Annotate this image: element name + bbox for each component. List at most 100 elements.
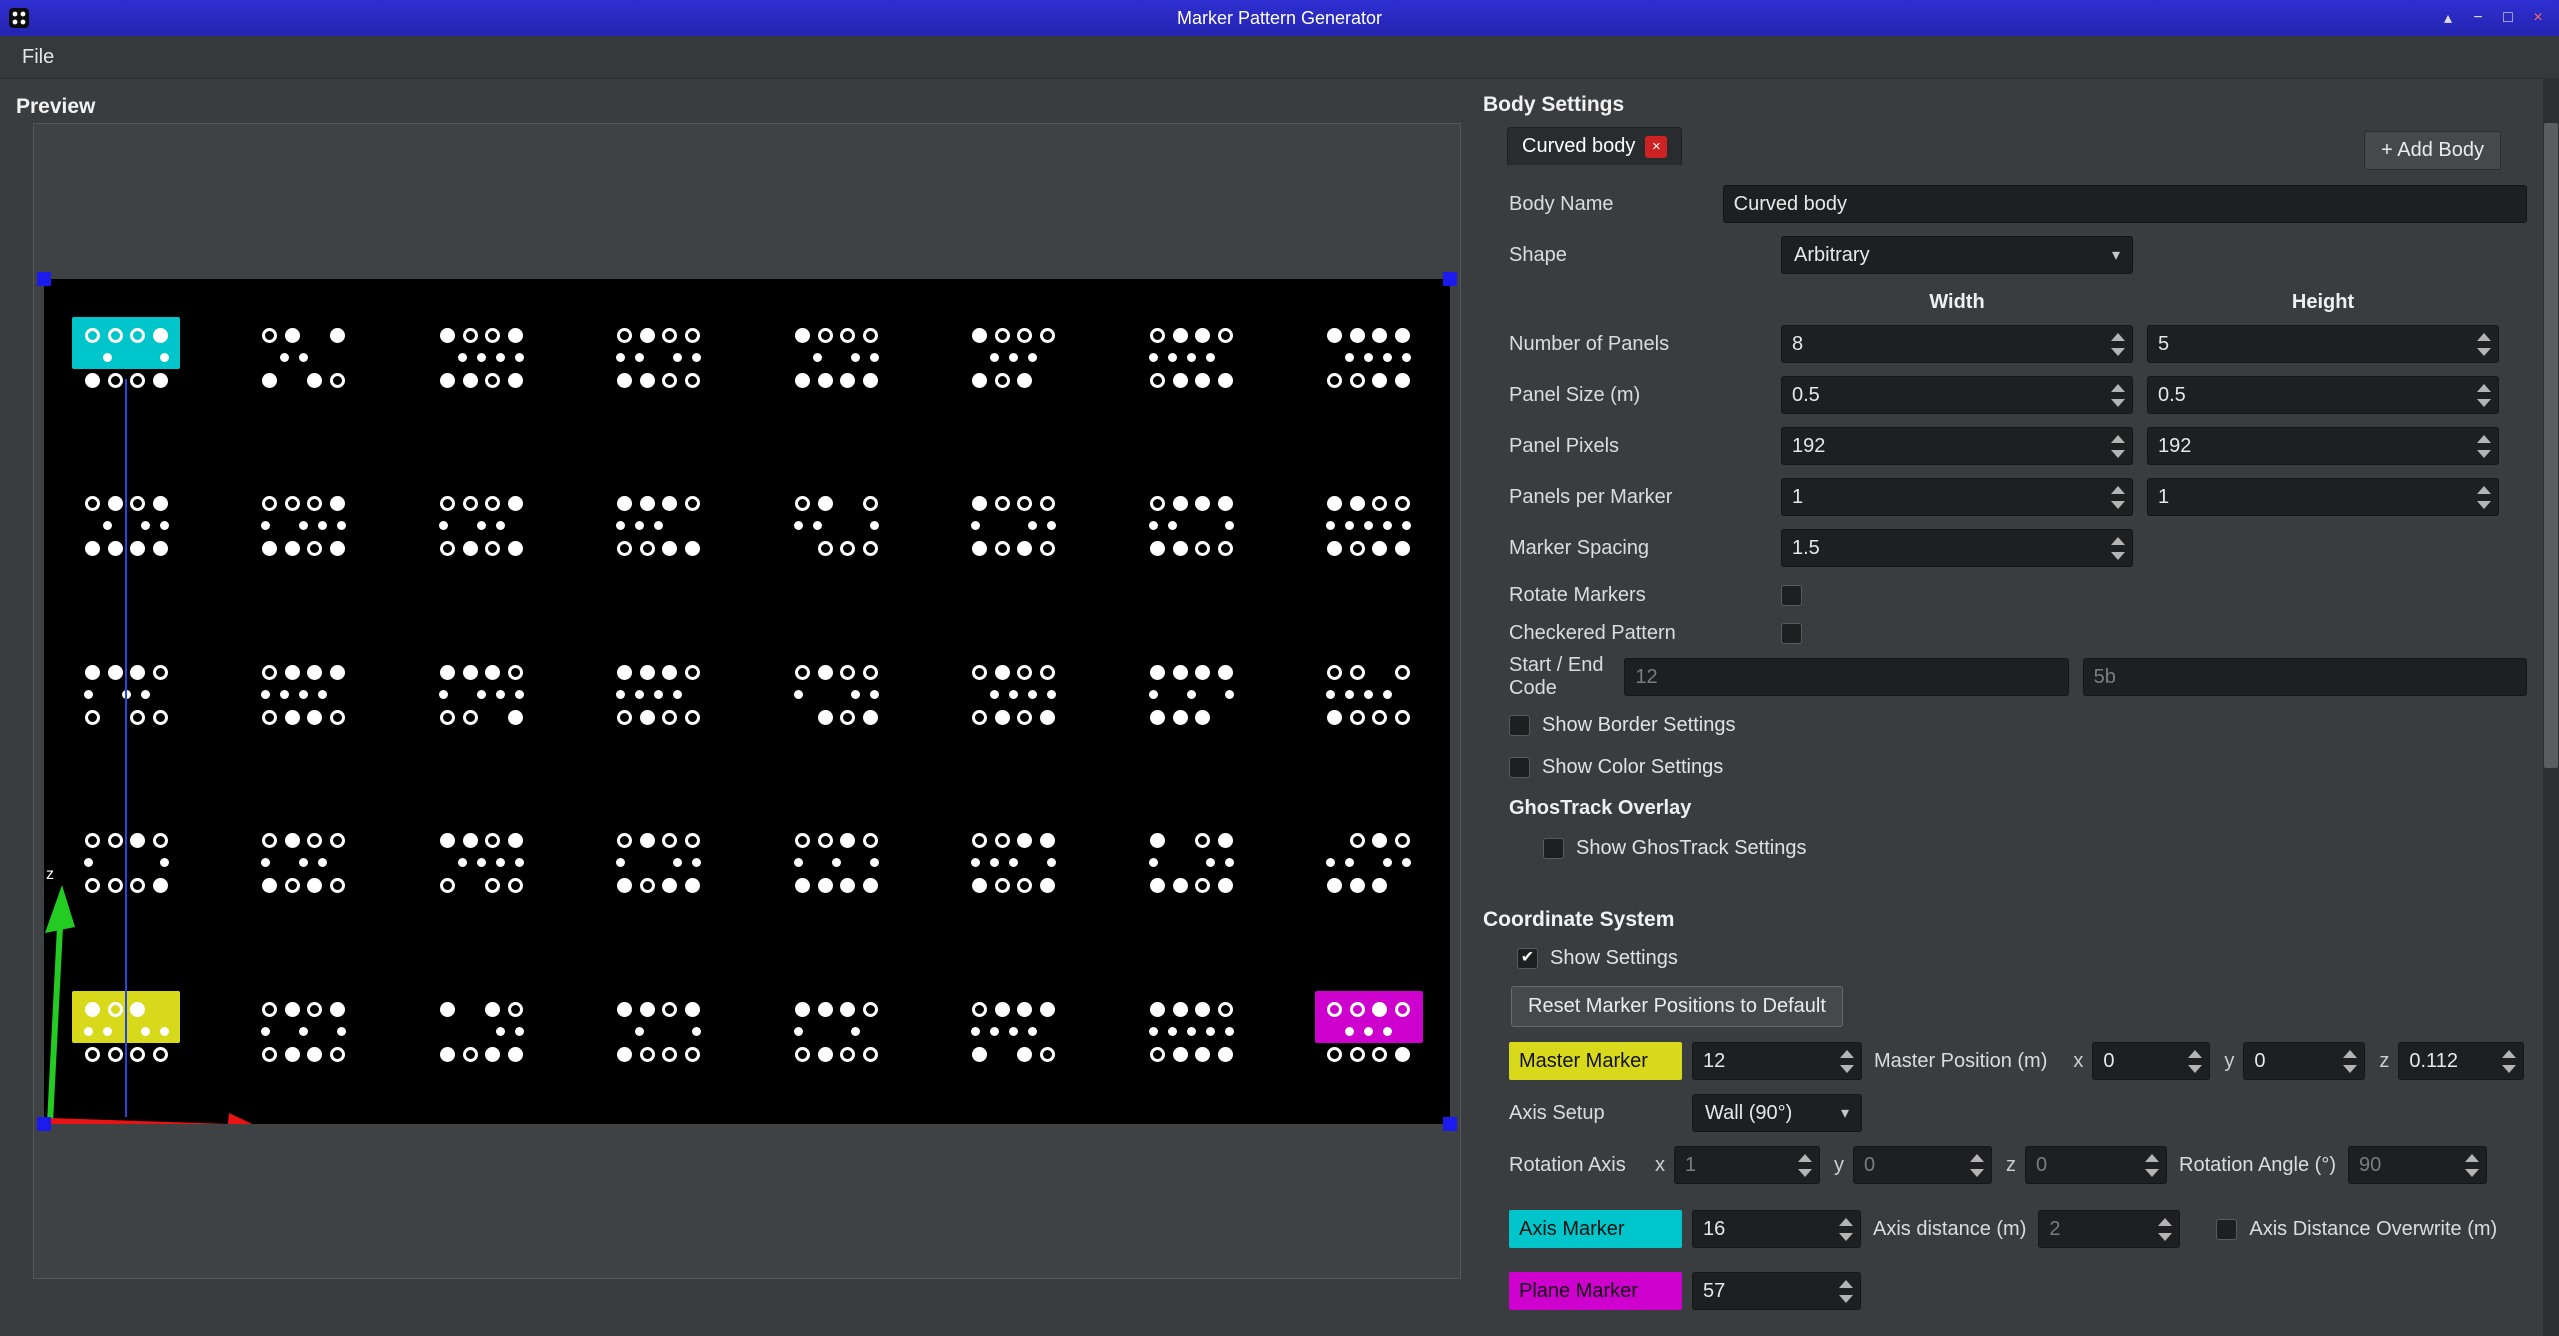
marker-r1-c7[interactable] [1322, 491, 1416, 561]
panel-pixels-height-spinner[interactable] [2147, 427, 2499, 465]
marker-r3-c6[interactable] [1144, 828, 1238, 898]
rotation-axis-y-spinner[interactable] [1853, 1146, 1992, 1184]
spinner-arrows[interactable] [1791, 1147, 1819, 1183]
marker-r4-c4[interactable] [789, 996, 883, 1066]
canvas-handle-bottom-right[interactable] [1443, 1117, 1457, 1131]
number-of-panels-height-input[interactable] [2147, 325, 2499, 363]
canvas-handle-bottom-left[interactable] [37, 1117, 51, 1131]
start-code-input[interactable] [1624, 658, 2068, 696]
show-color-settings-checkbox[interactable] [1509, 757, 1530, 778]
panel-size-width-spinner[interactable] [1781, 376, 2133, 414]
spinner-arrows[interactable] [2104, 326, 2132, 362]
spin-down-icon[interactable] [1839, 1233, 1853, 1241]
spin-down-icon[interactable] [2111, 501, 2125, 509]
panel-pixels-width-input[interactable] [1781, 427, 2133, 465]
spin-down-icon[interactable] [2343, 1065, 2357, 1073]
panels-per-marker-height-spinner[interactable] [2147, 478, 2499, 516]
spin-up-icon[interactable] [2111, 333, 2125, 341]
marker-r1-c1[interactable] [257, 491, 351, 561]
spin-up-icon[interactable] [1840, 1050, 1854, 1058]
panels-per-marker-width-input[interactable] [1781, 478, 2133, 516]
spin-down-icon[interactable] [1839, 1295, 1853, 1303]
spin-up-icon[interactable] [1839, 1218, 1853, 1226]
marker-r1-c6[interactable] [1144, 491, 1238, 561]
reset-marker-positions-button[interactable]: Reset Marker Positions to Default [1511, 986, 1843, 1027]
spin-down-icon[interactable] [1840, 1065, 1854, 1073]
spin-up-icon[interactable] [1798, 1154, 1812, 1162]
spin-down-icon[interactable] [2502, 1065, 2516, 1073]
marker-r3-c0[interactable] [79, 828, 173, 898]
spinner-arrows[interactable] [2104, 530, 2132, 566]
panel-size-height-input[interactable] [2147, 376, 2499, 414]
spin-up-icon[interactable] [2111, 384, 2125, 392]
spinner-arrows[interactable] [2458, 1147, 2486, 1183]
spin-down-icon[interactable] [2477, 450, 2491, 458]
spin-up-icon[interactable] [2111, 435, 2125, 443]
marker-r0-c3[interactable] [612, 322, 706, 392]
spin-down-icon[interactable] [2145, 1169, 2159, 1177]
spin-up-icon[interactable] [1839, 1280, 1853, 1288]
marker-r3-c2[interactable] [434, 828, 528, 898]
spinner-arrows[interactable] [1832, 1211, 1860, 1247]
panel-pixels-height-input[interactable] [2147, 427, 2499, 465]
spin-up-icon[interactable] [2188, 1050, 2202, 1058]
marker-r2-c4[interactable] [789, 659, 883, 729]
marker-r2-c3[interactable] [612, 659, 706, 729]
show-settings-checkbox[interactable] [1517, 948, 1538, 969]
preview-canvas[interactable]: z x [44, 279, 1450, 1124]
panel-size-height-spinner[interactable] [2147, 376, 2499, 414]
marker-r2-c7[interactable] [1322, 659, 1416, 729]
marker-r2-c6[interactable] [1144, 659, 1238, 729]
marker-r1-c4[interactable] [789, 491, 883, 561]
spinner-arrows[interactable] [1832, 1273, 1860, 1309]
marker-r0-c1[interactable] [257, 322, 351, 392]
number-of-panels-width-spinner[interactable] [1781, 325, 2133, 363]
spinner-arrows[interactable] [1833, 1043, 1861, 1079]
spin-up-icon[interactable] [2111, 537, 2125, 545]
panels-per-marker-height-input[interactable] [2147, 478, 2499, 516]
spinner-arrows[interactable] [2104, 377, 2132, 413]
number-of-panels-width-input[interactable] [1781, 325, 2133, 363]
canvas-handle-top-left[interactable] [37, 272, 51, 286]
marker-spacing-input[interactable] [1781, 529, 2133, 567]
marker-r4-c0[interactable] [79, 996, 173, 1066]
spin-down-icon[interactable] [2111, 348, 2125, 356]
marker-r1-c5[interactable] [967, 491, 1061, 561]
marker-r4-c3[interactable] [612, 996, 706, 1066]
spinner-arrows[interactable] [2104, 428, 2132, 464]
axis-marker-spinner[interactable] [1692, 1210, 1861, 1248]
marker-r0-c0[interactable] [79, 322, 173, 392]
marker-r0-c5[interactable] [967, 322, 1061, 392]
menu-file[interactable]: File [8, 36, 68, 78]
marker-r4-c5[interactable] [967, 996, 1061, 1066]
scrollbar-thumb[interactable] [2544, 123, 2558, 768]
spin-up-icon[interactable] [2477, 333, 2491, 341]
marker-r0-c7[interactable] [1322, 322, 1416, 392]
body-name-input[interactable] [1723, 185, 2527, 223]
spin-down-icon[interactable] [2111, 399, 2125, 407]
spinner-arrows[interactable] [2470, 326, 2498, 362]
marker-r0-c4[interactable] [789, 322, 883, 392]
spin-up-icon[interactable] [1970, 1154, 1984, 1162]
close-window-icon[interactable]: × [2523, 4, 2553, 32]
checkered-pattern-checkbox[interactable] [1781, 623, 1802, 644]
marker-r2-c1[interactable] [257, 659, 351, 729]
tab-close-icon[interactable]: × [1645, 136, 1667, 158]
right-scrollbar[interactable] [2543, 79, 2559, 1336]
spin-down-icon[interactable] [2111, 552, 2125, 560]
marker-r3-c5[interactable] [967, 828, 1061, 898]
marker-r3-c4[interactable] [789, 828, 883, 898]
marker-r1-c2[interactable] [434, 491, 528, 561]
spinner-arrows[interactable] [2104, 479, 2132, 515]
marker-r4-c2[interactable] [434, 996, 528, 1066]
spin-up-icon[interactable] [2477, 384, 2491, 392]
number-of-panels-height-spinner[interactable] [2147, 325, 2499, 363]
add-body-button[interactable]: + Add Body [2364, 131, 2501, 170]
marker-r3-c3[interactable] [612, 828, 706, 898]
marker-r2-c2[interactable] [434, 659, 528, 729]
spin-down-icon[interactable] [1970, 1169, 1984, 1177]
marker-r4-c6[interactable] [1144, 996, 1238, 1066]
master-position-x-spinner[interactable] [2092, 1042, 2210, 1080]
show-ghostrack-settings-checkbox[interactable] [1543, 838, 1564, 859]
spin-up-icon[interactable] [2145, 1154, 2159, 1162]
